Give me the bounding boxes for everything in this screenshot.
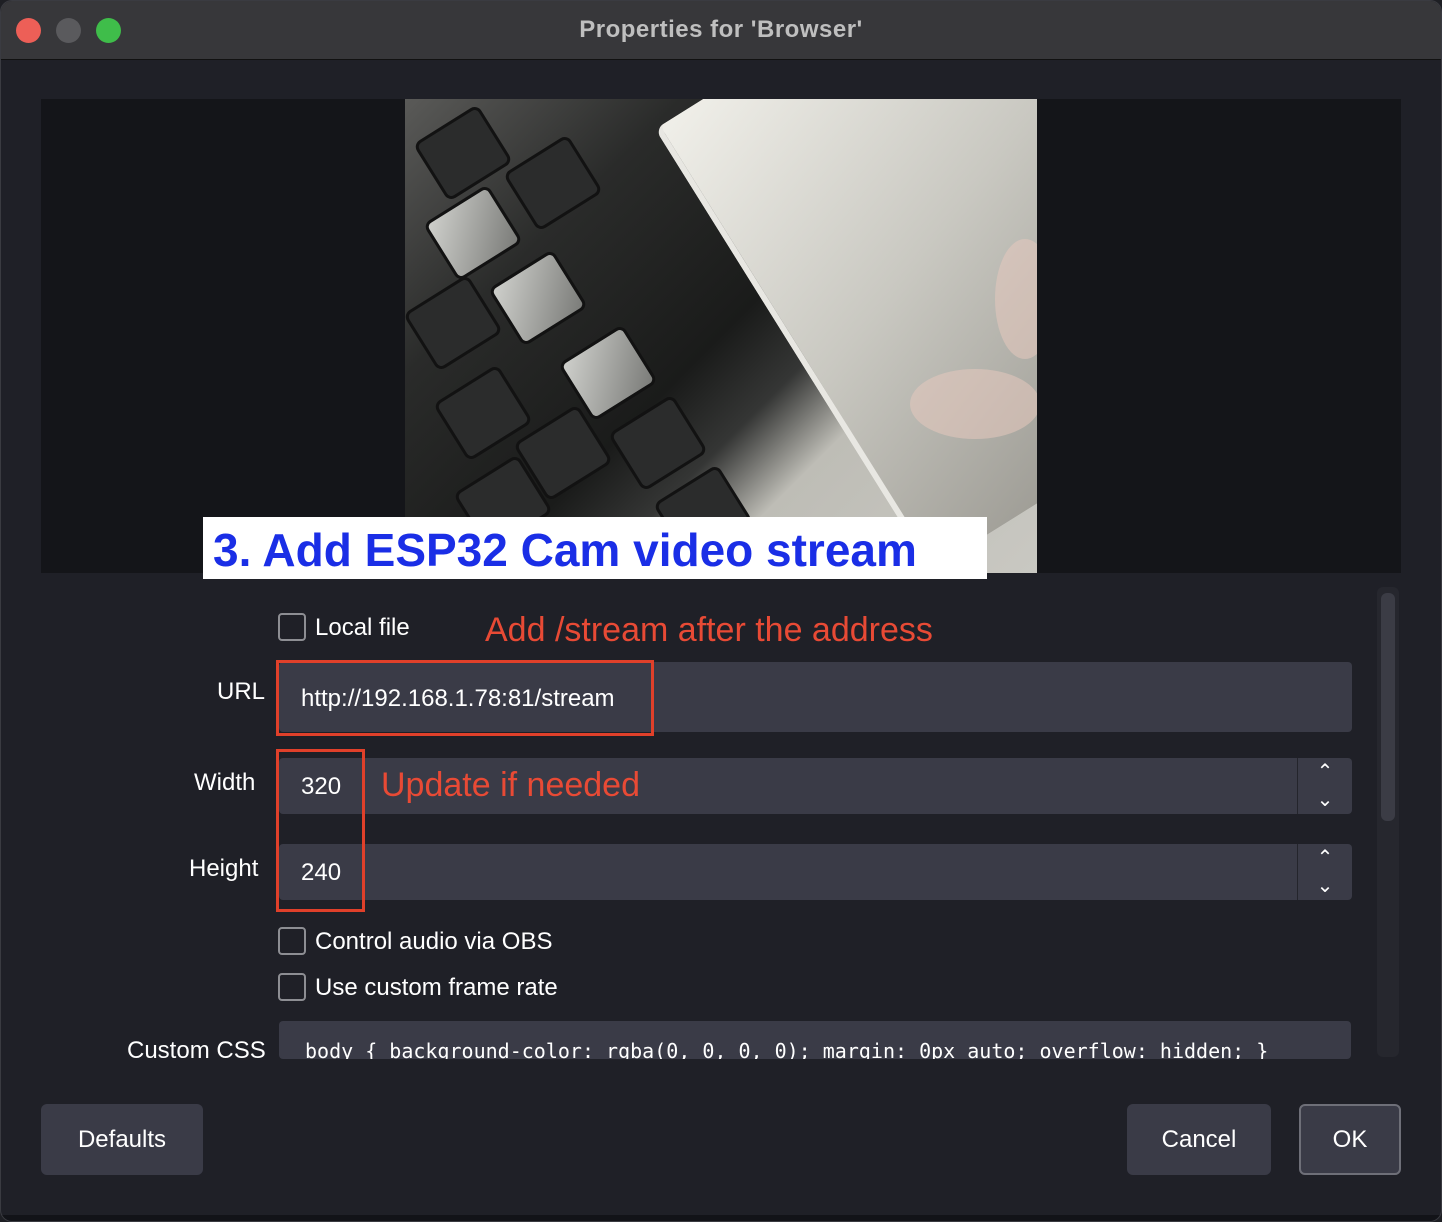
control-audio-checkbox[interactable] xyxy=(278,927,306,955)
width-label: Width xyxy=(194,769,256,796)
finger-shape xyxy=(910,369,1037,439)
url-annotation: Add /stream after the address xyxy=(485,611,933,649)
local-file-checkbox[interactable] xyxy=(278,613,306,641)
height-spin-buttons: ⌃ ⌄ xyxy=(1297,844,1352,900)
custom-css-label: Custom CSS xyxy=(127,1037,266,1064)
keyboard-key xyxy=(405,274,504,372)
step-banner-text: 3. Add ESP32 Cam video stream xyxy=(213,524,917,576)
step-banner: 3. Add ESP32 Cam video stream xyxy=(203,517,987,579)
custom-frame-rate-checkbox[interactable] xyxy=(278,973,306,1001)
custom-css-value: body { background-color: rgba(0, 0, 0, 0… xyxy=(305,1039,1269,1059)
height-label: Height xyxy=(189,855,259,882)
chevron-down-icon[interactable]: ⌄ xyxy=(1298,786,1352,814)
control-audio-label: Control audio via OBS xyxy=(315,928,553,955)
keyboard-key xyxy=(487,249,589,347)
keyboard-key xyxy=(607,394,709,492)
properties-scrollbar[interactable] xyxy=(1377,587,1399,1057)
size-highlight-box xyxy=(276,749,365,912)
keyboard-key xyxy=(502,134,604,232)
custom-frame-rate-label: Use custom frame rate xyxy=(315,974,558,1001)
url-highlight-box xyxy=(276,660,654,736)
height-spinbox[interactable]: 240 ⌃ ⌄ xyxy=(279,844,1352,900)
browser-preview xyxy=(41,99,1401,573)
chevron-down-icon[interactable]: ⌄ xyxy=(1298,872,1352,900)
cancel-button[interactable]: Cancel xyxy=(1127,1104,1271,1175)
custom-css-textarea[interactable]: body { background-color: rgba(0, 0, 0, 0… xyxy=(279,1021,1351,1059)
chevron-up-icon[interactable]: ⌃ xyxy=(1298,844,1352,872)
local-file-label: Local file xyxy=(315,614,410,641)
window-title: Properties for 'Browser' xyxy=(579,16,863,43)
width-spin-buttons: ⌃ ⌄ xyxy=(1297,758,1352,814)
keyboard-key xyxy=(412,104,514,202)
scrollbar-thumb[interactable] xyxy=(1381,593,1395,821)
ok-button[interactable]: OK xyxy=(1299,1104,1401,1175)
size-annotation: Update if needed xyxy=(381,766,640,804)
title-bar: Properties for 'Browser' xyxy=(1,1,1441,60)
keyboard-key xyxy=(422,184,524,282)
camera-feed-image xyxy=(405,99,1037,573)
window-bottom-edge xyxy=(1,1215,1441,1221)
defaults-button[interactable]: Defaults xyxy=(41,1104,203,1175)
url-label: URL xyxy=(217,678,266,705)
properties-dialog: Properties for 'Browser' 3. Add ESP32 Ca… xyxy=(0,0,1442,1222)
chevron-up-icon[interactable]: ⌃ xyxy=(1298,758,1352,786)
